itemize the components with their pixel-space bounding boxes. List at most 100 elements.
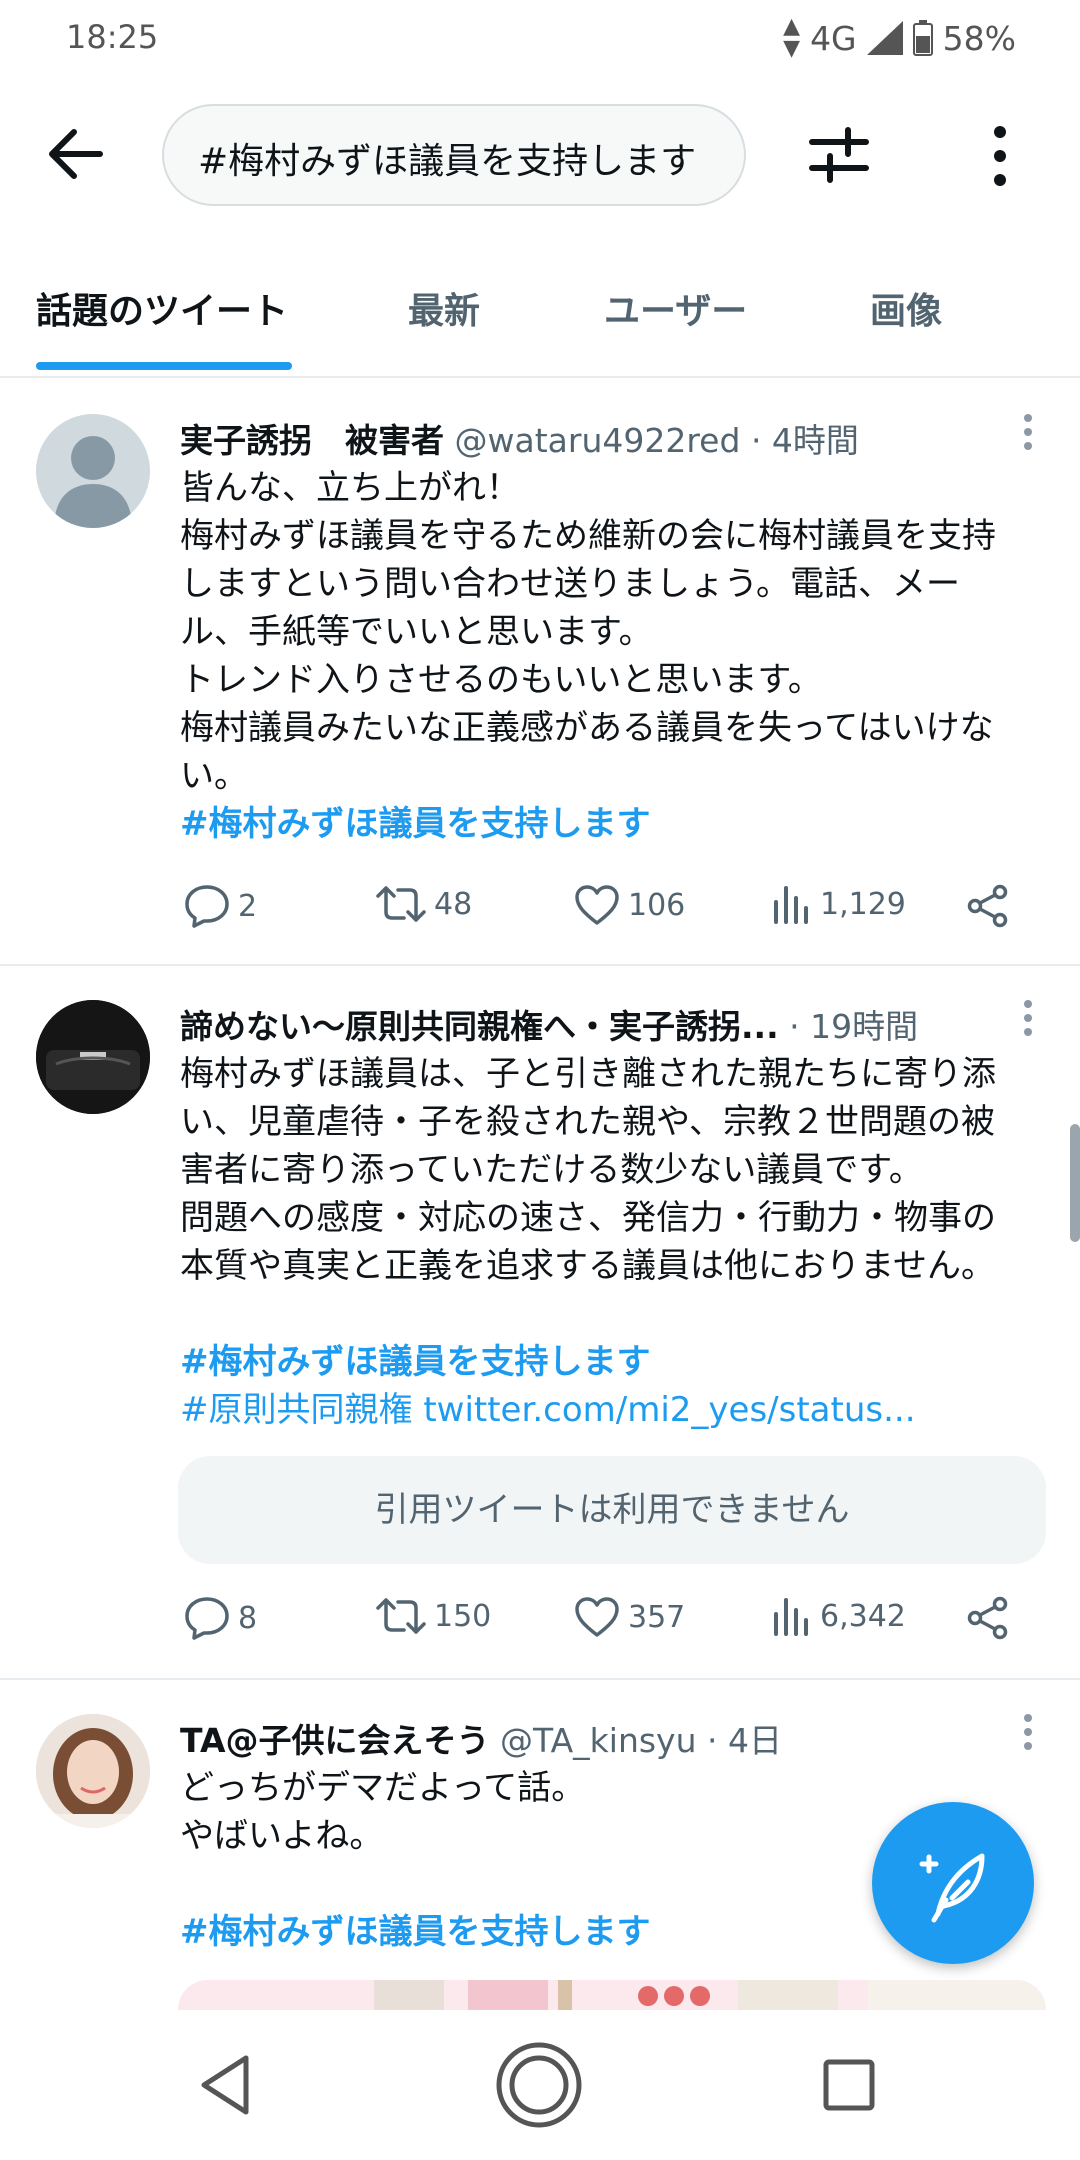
tweet-more-button[interactable] [1022,1714,1034,1754]
tab-people[interactable]: ユーザー [604,282,747,334]
tweet[interactable]: 実子誘拐 被害者 @wataru4922red · 4時間 皆んな、立ち上がれ！… [0,380,1080,966]
status-time: 18:25 [66,18,159,56]
status-indicators: ▲ ▼ 4G 58% [783,16,1016,60]
tweet-line: トレンド入りさせるのもいいと思います。 [180,660,822,700]
retweet-icon [376,886,426,922]
tweet-text: 梅村みずほ議員は、子と引き離された親たちに寄り添 い、児童虐待・子を殺された親や… [180,1050,1050,1434]
tweet-line: 梅村みずほ議員を守るため維新の会に梅村議員を支持 [180,516,996,556]
compose-feather-icon [919,1853,985,1923]
profile-photo [36,1000,150,1114]
data-activity-icon: ▲ ▼ [783,14,801,61]
retweet-button[interactable]: 150 [376,1596,491,1636]
heart-icon [575,1597,619,1637]
tab-top[interactable]: 話題のツイート [36,282,288,334]
share-button[interactable] [966,1596,1010,1640]
avatar[interactable] [36,1000,150,1114]
battery-icon [912,20,933,56]
system-navigation-bar [0,2010,1080,2160]
tweet-line: 梅村みずほ議員は、子と引き離された親たちに寄り添 [180,1054,996,1094]
reply-count: 8 [238,1600,258,1636]
search-query: #梅村みずほ議員を支持します [198,141,697,182]
nav-home-button[interactable] [494,2040,584,2130]
battery-level: 58% [942,18,1016,58]
like-count: 357 [628,1599,686,1635]
tab-latest[interactable]: 最新 [408,282,480,334]
display-name[interactable]: 実子誘拐 被害者 [180,421,444,460]
avatar[interactable] [36,1714,150,1828]
reply-icon [185,1597,229,1640]
tweet-line: 問題への感度・対応の速さ、発信力・行動力・物事の [180,1198,996,1238]
tweet-header: 諦めない〜原則共同親権へ・実子誘拐... · 19時間 [180,1000,918,1048]
retweet-count: 48 [434,886,473,922]
display-name[interactable]: 諦めない〜原則共同親権へ・実子誘拐... [180,1007,779,1046]
active-tab-indicator [36,362,292,370]
reply-icon [185,885,229,928]
sliders-icon [809,127,869,183]
tweet-more-button[interactable] [1022,1000,1034,1040]
square-recents-icon [823,2059,875,2111]
timestamp: · 4時間 [750,421,859,460]
tweet-text: 皆んな、立ち上がれ！ 梅村みずほ議員を守るため維新の会に梅村議員を支持 しますと… [180,464,1050,848]
reply-button[interactable]: 8 [184,1596,257,1640]
analytics-icon [774,1598,808,1636]
tweet-line: 皆んな、立ち上がれ！ [180,468,520,508]
back-button[interactable] [46,126,116,186]
views-button[interactable]: 6,342 [772,1596,906,1636]
tweet-header: TA@子供に会えそう @TA_kinsyu · 4日 [180,1714,782,1762]
view-count: 1,129 [820,886,906,922]
views-button[interactable]: 1,129 [772,884,906,924]
tweet-line: い。 [180,756,248,796]
like-button[interactable]: 106 [574,884,685,926]
hashtag-link[interactable]: #原則共同親権 [180,1390,413,1430]
tweet-actions: 8 150 357 6,342 [180,1596,1030,1656]
search-filter-button[interactable] [808,124,870,186]
hashtag-link[interactable]: #梅村みずほ議員を支持します [180,800,1050,848]
like-button[interactable]: 357 [574,1596,685,1638]
tweet-line: 害者に寄り添っていただける数少ない議員です。 [180,1150,923,1190]
network-type: 4G [810,18,857,58]
analytics-icon [774,886,808,924]
tweet-line: 本質や真実と正義を追求する議員は他におりません。 [180,1246,995,1286]
tweet-header: 実子誘拐 被害者 @wataru4922red · 4時間 [180,414,859,462]
view-count: 6,342 [820,1598,906,1634]
hashtag-link[interactable]: #梅村みずほ議員を支持します [180,1338,1050,1386]
nav-recents-button[interactable] [804,2040,894,2130]
search-tabs: 話題のツイート 最新 ユーザー 画像 [0,270,1080,378]
overflow-menu-button[interactable] [980,124,1020,188]
tab-photos[interactable]: 画像 [870,282,942,334]
handle[interactable]: @wataru4922red [455,421,741,460]
home-circle-icon [496,2042,582,2128]
retweet-button[interactable]: 48 [376,884,472,924]
tweet[interactable]: 諦めない〜原則共同親権へ・実子誘拐... · 19時間 梅村みずほ議員は、子と引… [0,968,1080,1680]
profile-photo [36,1714,150,1828]
scrollbar[interactable] [1070,1124,1080,1242]
tweet-line: 梅村議員みたいな正義感がある議員を失ってはいけな [180,708,994,748]
status-bar: 18:25 ▲ ▼ 4G 58% [0,0,1080,72]
compose-tweet-button[interactable] [872,1802,1034,1964]
nav-back-button[interactable] [180,2040,270,2130]
heart-icon [575,885,619,925]
tweet-line: ル、手紙等でいいと思います。 [180,612,653,652]
signal-icon [866,21,903,55]
tweet-line: しますという問い合わせ送りましょう。電話、メー [180,564,960,604]
tweet-more-button[interactable] [1022,414,1034,454]
handle[interactable]: @TA_kinsyu [500,1721,697,1760]
avatar[interactable] [36,414,150,528]
url-link[interactable]: twitter.com/mi2_yes/status... [423,1390,915,1430]
share-icon [967,1596,1008,1640]
timestamp: · 19時間 [789,1007,919,1046]
default-avatar-icon [54,436,132,528]
quoted-tweet-unavailable: 引用ツイートは利用できません [178,1456,1046,1564]
tweet-media-preview[interactable] [178,1980,1046,2010]
share-button[interactable] [966,884,1010,928]
reply-button[interactable]: 2 [184,884,257,928]
more-vertical-icon [994,126,1006,186]
display-name[interactable]: TA@子供に会えそう [180,1721,490,1760]
reply-count: 2 [238,888,258,924]
back-arrow-icon [49,129,103,179]
tweet-line: い、児童虐待・子を殺された親や、宗教２世問題の被 [180,1102,995,1142]
search-input[interactable]: #梅村みずほ議員を支持します [162,104,746,206]
like-count: 106 [628,887,686,923]
retweet-count: 150 [434,1598,492,1634]
